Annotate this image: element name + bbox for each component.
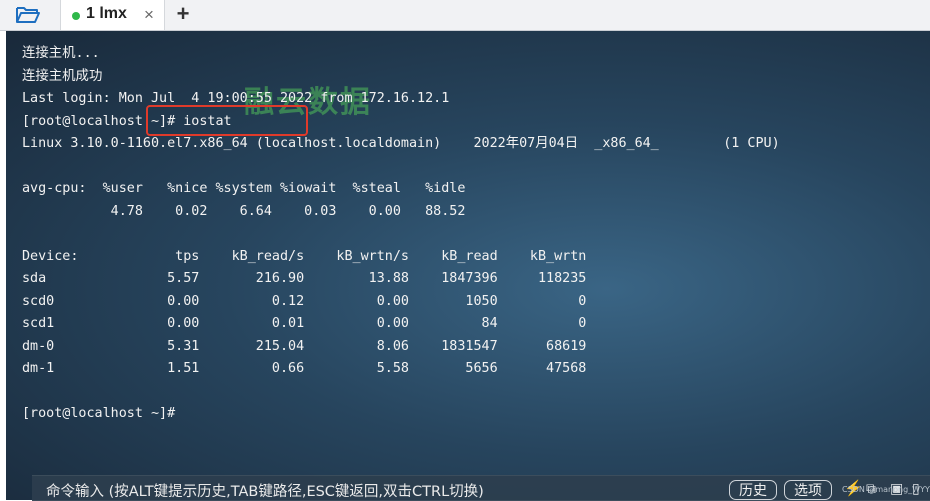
command-highlight-box — [146, 105, 308, 136]
add-tab-icon[interactable]: + — [173, 2, 193, 26]
folder-open-icon[interactable] — [0, 0, 56, 30]
connected-status-icon — [72, 12, 80, 20]
watermark-credit: CSDN @manong_WYY — [842, 485, 930, 494]
tab-bar: 1 lmx × + — [0, 0, 930, 31]
tab-session[interactable]: 1 lmx × — [60, 0, 165, 30]
tab-label: 1 lmx — [86, 5, 127, 22]
close-icon[interactable]: × — [144, 5, 154, 25]
history-button[interactable]: 历史 — [729, 480, 777, 500]
command-input-bar[interactable]: 命令输入 (按ALT键提示历史,TAB键路径,ESC键返回,双击CTRL切换) … — [32, 475, 930, 501]
command-input-hint: 命令输入 (按ALT键提示历史,TAB键路径,ESC键返回,双击CTRL切换) — [46, 484, 484, 500]
terminal-text: 连接主机... 连接主机成功 Last login: Mon Jul 4 19:… — [22, 46, 780, 421]
options-button[interactable]: 选项 — [784, 480, 832, 500]
terminal-output[interactable]: 融云数据 连接主机... 连接主机成功 Last login: Mon Jul … — [6, 31, 930, 500]
